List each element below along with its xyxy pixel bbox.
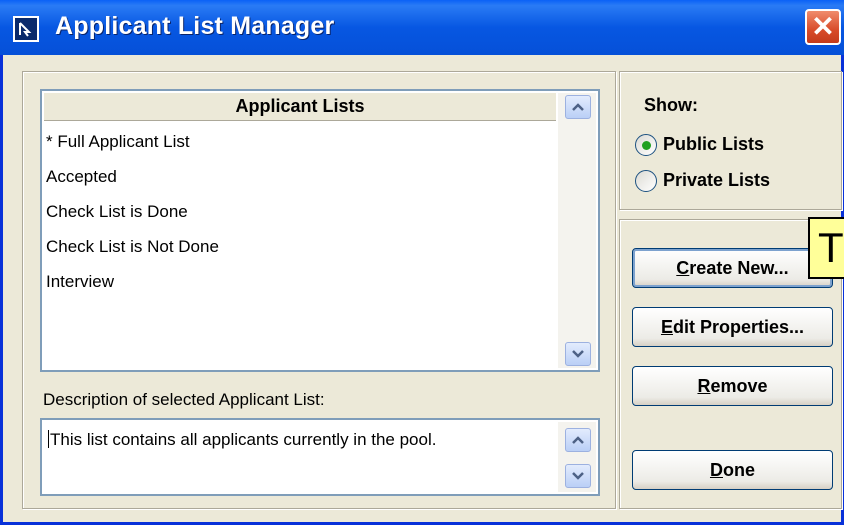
list-item[interactable]: * Full Applicant List [46, 124, 219, 159]
chevron-down-icon [572, 350, 584, 358]
scroll-up-button[interactable] [565, 95, 591, 119]
create-new-button[interactable]: Create New... [632, 248, 833, 288]
app-icon [13, 16, 39, 42]
done-button[interactable]: Done [632, 450, 833, 490]
applicant-lists-column-header[interactable]: Applicant Lists [44, 93, 556, 121]
description-text[interactable]: This list contains all applicants curren… [48, 430, 436, 450]
description-scrollbar[interactable] [558, 422, 596, 492]
remove-button[interactable]: Remove [632, 366, 833, 406]
tooltip-overlay: T [808, 217, 844, 279]
applicant-lists-listbox[interactable]: Applicant Lists * Full Applicant List Ac… [40, 89, 600, 372]
public-lists-label[interactable]: Public Lists [663, 134, 764, 155]
applicant-lists-items: * Full Applicant List Accepted Check Lis… [46, 124, 219, 299]
close-button[interactable]: ✕ [805, 9, 841, 45]
window-title: Applicant List Manager [55, 12, 335, 40]
private-lists-radio[interactable] [635, 170, 657, 192]
applicant-list-manager-window: Applicant List Manager ✕ Applicant Lists… [0, 0, 844, 525]
scroll-down-button[interactable] [565, 342, 591, 366]
description-label: Description of selected Applicant List: [43, 390, 325, 409]
scroll-down-button[interactable] [565, 464, 591, 488]
close-icon: ✕ [811, 11, 835, 42]
list-item[interactable]: Check List is Not Done [46, 229, 219, 264]
applicant-lists-scrollbar[interactable] [558, 93, 596, 368]
private-lists-label[interactable]: Private Lists [663, 170, 770, 191]
list-item[interactable]: Accepted [46, 159, 219, 194]
text-caret [48, 430, 49, 448]
radio-selected-dot [642, 141, 651, 150]
description-value: This list contains all applicants curren… [50, 430, 437, 449]
chevron-up-icon [572, 436, 584, 444]
chevron-down-icon [572, 472, 584, 480]
list-item[interactable]: Check List is Done [46, 194, 219, 229]
scroll-up-button[interactable] [565, 428, 591, 452]
show-label: Show: [644, 95, 698, 115]
edit-properties-button[interactable]: Edit Properties... [632, 307, 833, 347]
description-textbox[interactable]: This list contains all applicants curren… [40, 418, 600, 496]
list-item[interactable]: Interview [46, 264, 219, 299]
title-bar[interactable]: Applicant List Manager ✕ [0, 0, 844, 55]
chevron-up-icon [572, 103, 584, 111]
public-lists-radio[interactable] [635, 134, 657, 156]
